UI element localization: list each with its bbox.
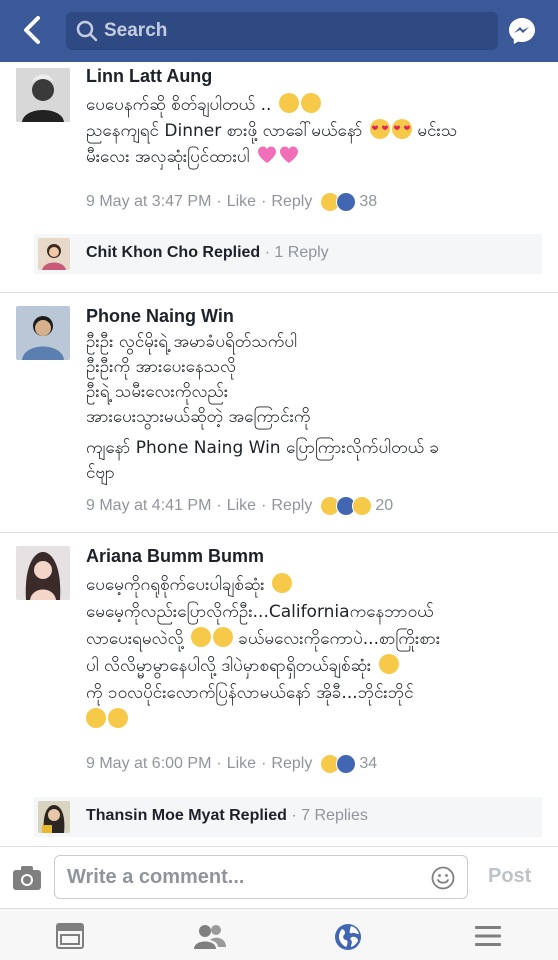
comment-text: ပေပေနက်ဆို စိတ်ချပါတယ် .. ညနေကျရင် Dinne… <box>86 92 546 170</box>
post-button[interactable]: Post <box>488 865 531 888</box>
comment-line: ဦးဦး လွင်မိုးရဲ့ အမာခံပရိတ်သက်ပါ <box>86 332 298 352</box>
sweat-smile-emoji-icon <box>378 654 399 674</box>
comment: Phone Naing Win ဦးဦး လွင်မိုးရဲ့ အမာခံပရ… <box>0 300 558 530</box>
menu-icon[interactable] <box>474 923 502 949</box>
reactions[interactable] <box>320 496 373 516</box>
messenger-icon[interactable] <box>507 16 537 46</box>
reply-author: Chit Khon Cho Replied <box>86 244 261 261</box>
comment-line: မေမေ့ကိုလည်းပြောလိုက်ဦး...Californiaကနေဘ… <box>86 602 434 622</box>
relieved-emoji-icon <box>278 93 299 113</box>
search-icon <box>76 20 98 42</box>
comment-composer: Write a comment... Post <box>0 846 558 908</box>
kiss-emoji-icon <box>272 573 293 593</box>
comment-line: အားပေးသွားမယ်ဆိုတဲ့ အကြောင်းကို <box>86 407 311 427</box>
comment-line: ပေပေနက်ဆို စိတ်ချပါတယ် .. <box>86 95 277 115</box>
comment: Ariana Bumm Bumm ပေမေ့ကိုဂရုစိုက်ပေးပါချ… <box>0 540 558 790</box>
comment-text: ဦးဦး လွင်မိုးရဲ့ အမာခံပရိတ်သက်ပါ ဦးဦးကို… <box>86 330 546 486</box>
commenter-name[interactable]: Phone Naing Win <box>86 306 234 327</box>
globe-icon[interactable] <box>334 923 362 950</box>
sad-reaction-icon <box>352 496 373 516</box>
commenter-name[interactable]: Linn Latt Aung <box>86 66 212 87</box>
like-link[interactable]: Like <box>227 497 256 515</box>
comment-line: ဦးရဲ့ သမီးလေးကိုလည်း <box>86 382 229 402</box>
kiss-emoji-icon <box>86 708 106 728</box>
emoji-picker-icon[interactable] <box>431 866 455 890</box>
kiss-emoji-icon <box>108 708 128 728</box>
comment: Linn Latt Aung ပေပေနက်ဆို စိတ်ချပါတယ် ..… <box>0 62 558 230</box>
comment-text: ပေမေ့ကိုဂရုစိုက်ပေးပါချစ်ဆုံး မေမေ့ကိုလည… <box>86 572 546 734</box>
like-link[interactable]: Like <box>227 755 256 773</box>
comment-placeholder: Write a comment... <box>67 866 245 888</box>
like-reaction-icon <box>336 192 357 212</box>
replies-summary: Chit Khon Cho Replied · 1 Reply <box>86 244 329 262</box>
comment-line: ဦးဦးကို အားပေးနေသလို <box>86 357 237 377</box>
camera-icon[interactable] <box>12 865 42 891</box>
divider <box>0 292 558 293</box>
grin-emoji-icon <box>212 627 233 647</box>
comment-line: ကျနော် Phone Naing Win ပြောကြားလိုက်ပါတယ… <box>86 438 440 458</box>
comment-line: မီးလေး အလှဆုံးပြင်ထားပါ <box>86 147 255 167</box>
sweat-smile-emoji-icon <box>190 627 211 647</box>
timestamp[interactable]: 9 May at 6:00 PM <box>86 755 211 773</box>
reaction-count[interactable]: 38 <box>359 193 377 211</box>
comment-line: င်ဗျာ <box>86 463 115 483</box>
top-bar: Search <box>0 0 558 62</box>
reaction-count[interactable]: 34 <box>359 755 377 773</box>
avatar[interactable] <box>16 546 70 600</box>
relieved-emoji-icon <box>300 93 321 113</box>
commenter-name[interactable]: Ariana Bumm Bumm <box>86 546 264 567</box>
news-feed-icon[interactable] <box>56 923 84 949</box>
reply-author: Thansin Moe Myat Replied <box>86 807 287 824</box>
reply-count: · 1 Reply <box>260 244 329 261</box>
reaction-count[interactable]: 20 <box>375 497 393 515</box>
avatar[interactable] <box>16 68 70 122</box>
comment-line-tail: ခယ်မလေးကိုကောပဲ...စာကြိုးစား <box>232 629 441 649</box>
reactions[interactable] <box>320 192 357 212</box>
back-arrow-icon[interactable] <box>18 14 48 46</box>
heart-eyes-emoji-icon <box>369 119 390 139</box>
comment-meta: 9 May at 6:00 PM · Like · Reply 34 <box>86 754 378 774</box>
reactions[interactable] <box>320 754 357 774</box>
avatar <box>38 238 70 270</box>
comment-line-tail: မင်းသ <box>411 121 458 141</box>
comment-line: ကို ၁၀လပိုင်းလောက်ပြန်လာမယ်နော် အိုခီ...… <box>86 683 414 703</box>
like-link[interactable]: Like <box>227 193 256 211</box>
comment-meta: 9 May at 4:41 PM · Like · Reply 20 <box>86 496 394 516</box>
heart-eyes-emoji-icon <box>391 119 412 139</box>
avatar <box>38 801 70 833</box>
replies-row[interactable]: Chit Khon Cho Replied · 1 Reply <box>34 234 542 274</box>
timestamp[interactable]: 9 May at 4:41 PM <box>86 497 211 515</box>
comment-input[interactable]: Write a comment... <box>54 855 468 899</box>
search-placeholder: Search <box>104 20 168 41</box>
bottom-tab-bar <box>0 908 558 960</box>
search-input[interactable]: Search <box>66 12 498 50</box>
avatar[interactable] <box>16 306 70 360</box>
comment-line: ပါ လိလိမ္မာမွာနေပါလို့ ဒါပဲမှာစရာရှိတယ်ခ… <box>86 656 377 676</box>
reply-link[interactable]: Reply <box>271 755 312 773</box>
reply-link[interactable]: Reply <box>271 497 312 515</box>
reply-count: · 7 Replies <box>286 807 368 824</box>
friends-icon[interactable] <box>194 923 226 949</box>
comment-line: လာပေးရမလဲလို့ <box>86 629 189 649</box>
replies-row[interactable]: Thansin Moe Myat Replied · 7 Replies <box>34 797 542 837</box>
comment-line: ညနေကျရင် Dinner စားဖို့ လာခေါ်မယ်နော် <box>86 121 368 141</box>
comment-line: ပေမေ့ကိုဂရုစိုက်ပေးပါချစ်ဆုံး <box>86 575 271 595</box>
like-reaction-icon <box>336 754 357 774</box>
heart-icon <box>279 145 299 165</box>
divider <box>0 532 558 533</box>
heart-icon <box>257 145 277 165</box>
timestamp[interactable]: 9 May at 3:47 PM <box>86 193 211 211</box>
reply-link[interactable]: Reply <box>271 193 312 211</box>
comment-meta: 9 May at 3:47 PM · Like · Reply 38 <box>86 192 378 212</box>
replies-summary: Thansin Moe Myat Replied · 7 Replies <box>86 807 368 825</box>
